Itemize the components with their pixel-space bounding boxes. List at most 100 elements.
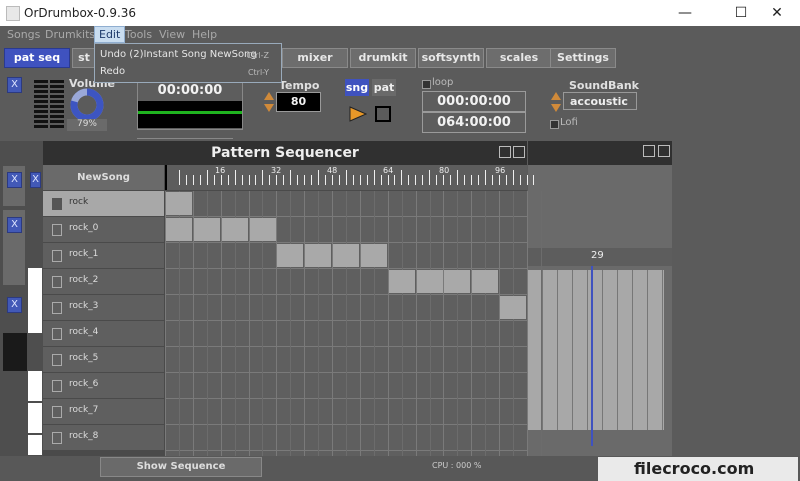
pattern-block[interactable] (500, 296, 526, 319)
pattern-block[interactable] (389, 270, 415, 293)
sequencer-grid[interactable] (165, 191, 542, 456)
pattern-block[interactable] (417, 270, 443, 293)
tab-drumkit[interactable]: drumkit (350, 48, 416, 68)
ruler-tick (248, 175, 250, 185)
menu-item-undo[interactable]: Undo (2)Instant Song NewSong (100, 49, 257, 60)
grid-subcol-line (346, 191, 347, 456)
track-name: rock_7 (69, 405, 99, 415)
menu-drumkits[interactable]: Drumkits (41, 27, 99, 42)
tempo-spinner-icon[interactable] (264, 92, 274, 112)
pattern-block[interactable] (333, 244, 359, 267)
restore-icon[interactable] (499, 146, 511, 158)
track-row[interactable]: rock_6 (43, 373, 164, 399)
pattern-block[interactable] (166, 192, 192, 215)
ruler-tick (422, 175, 424, 185)
soundbank-spinner-icon[interactable] (551, 92, 561, 112)
lofi-checkbox[interactable] (550, 120, 559, 129)
pattern-block[interactable] (277, 244, 303, 267)
track-checkbox[interactable] (52, 354, 62, 366)
ruler-start-marker (165, 165, 167, 190)
close-button[interactable]: ✕ (754, 0, 800, 26)
tab-scales[interactable]: scales (486, 48, 552, 68)
track-row[interactable]: rock_5 (43, 347, 164, 373)
app-icon (6, 6, 20, 21)
volume-knob[interactable] (68, 88, 106, 122)
track-row[interactable]: rock_7 (43, 399, 164, 425)
playhead (591, 266, 593, 446)
track-row[interactable]: rock_2 (43, 269, 164, 295)
edit-menu-dropdown: Undo (2)Instant Song NewSong Ctrl-Z Redo… (94, 43, 282, 83)
ruler-tick (373, 170, 375, 185)
piano-key (28, 403, 42, 433)
tab-mixer[interactable]: mixer (282, 48, 348, 68)
track-row[interactable]: rock_1 (43, 243, 164, 269)
pattern-block[interactable] (166, 218, 192, 241)
vu-meter-left (34, 80, 48, 130)
track-row[interactable]: rock_4 (43, 321, 164, 347)
sequencer-ruler[interactable]: 16 32 48 64 80 96 (165, 165, 535, 190)
tempo-value[interactable]: 80 (276, 92, 321, 112)
tab-softsynth[interactable]: softsynth (418, 48, 484, 68)
tab-settings[interactable]: Settings (550, 48, 616, 68)
track-checkbox[interactable] (52, 276, 62, 288)
loop-start[interactable]: 000:00:00 (422, 91, 526, 112)
track-row[interactable]: rock_3 (43, 295, 164, 321)
menu-item-redo[interactable]: Redo (100, 66, 125, 77)
grid-col-line (499, 191, 500, 456)
maximize-icon[interactable] (513, 146, 525, 158)
restore-icon[interactable] (643, 145, 655, 157)
tab-pat-seq[interactable]: pat seq (4, 48, 70, 68)
grid-col-line (527, 191, 528, 456)
close-x-button[interactable]: X (30, 172, 41, 188)
show-sequence-button[interactable]: Show Sequence (100, 457, 262, 477)
grid-subcol-line (290, 191, 291, 456)
grid-subcol-line (318, 191, 319, 456)
stop-icon[interactable] (375, 106, 391, 122)
loop-checkbox[interactable] (422, 80, 431, 89)
loop-end[interactable]: 064:00:00 (422, 112, 526, 133)
ruler-tick (179, 170, 180, 185)
track-checkbox[interactable] (52, 224, 62, 236)
menu-help[interactable]: Help (188, 27, 221, 42)
sng-button[interactable]: sng (345, 79, 369, 96)
pat-button[interactable]: pat (372, 79, 396, 96)
track-checkbox[interactable] (52, 198, 62, 210)
track-row[interactable]: rock_0 (43, 217, 164, 243)
pattern-block[interactable] (250, 218, 276, 241)
track-row[interactable]: rock_8 (43, 425, 164, 451)
track-checkbox[interactable] (52, 406, 62, 418)
pattern-block[interactable] (472, 270, 498, 293)
ruler-tick (401, 170, 403, 185)
minimize-button[interactable]: — (662, 0, 708, 26)
track-checkbox[interactable] (52, 432, 62, 444)
pattern-block[interactable] (444, 270, 470, 293)
soundbank-value[interactable]: accoustic (563, 92, 637, 110)
ruler-tick (345, 170, 347, 185)
track-row[interactable]: rock (43, 191, 164, 217)
pattern-block[interactable] (222, 218, 248, 241)
pattern-block[interactable] (194, 218, 220, 241)
pattern-block[interactable] (305, 244, 331, 267)
track-checkbox[interactable] (52, 302, 62, 314)
close-panel-button[interactable]: X (7, 77, 22, 93)
song-name[interactable]: NewSong (43, 165, 164, 190)
menu-tools[interactable]: Tools (121, 27, 156, 42)
time-display: 00:00:00 (137, 80, 243, 130)
menu-songs[interactable]: Songs (3, 27, 44, 42)
ruler-tick (366, 175, 368, 185)
maximize-icon[interactable] (658, 145, 670, 157)
menu-view[interactable]: View (155, 27, 189, 42)
track-checkbox[interactable] (52, 328, 62, 340)
play-icon[interactable] (349, 106, 367, 122)
ruler-tick (470, 175, 472, 185)
track-checkbox[interactable] (52, 250, 62, 262)
ruler-tick (283, 175, 285, 185)
tab-st[interactable]: st (72, 48, 96, 68)
close-x-button[interactable]: X (7, 297, 22, 313)
pattern-block[interactable] (361, 244, 387, 267)
close-x-button[interactable]: X (7, 217, 22, 233)
piano-key (28, 435, 42, 455)
watermark: filecroco.com (598, 457, 798, 481)
close-x-button[interactable]: X (7, 172, 22, 188)
track-checkbox[interactable] (52, 380, 62, 392)
